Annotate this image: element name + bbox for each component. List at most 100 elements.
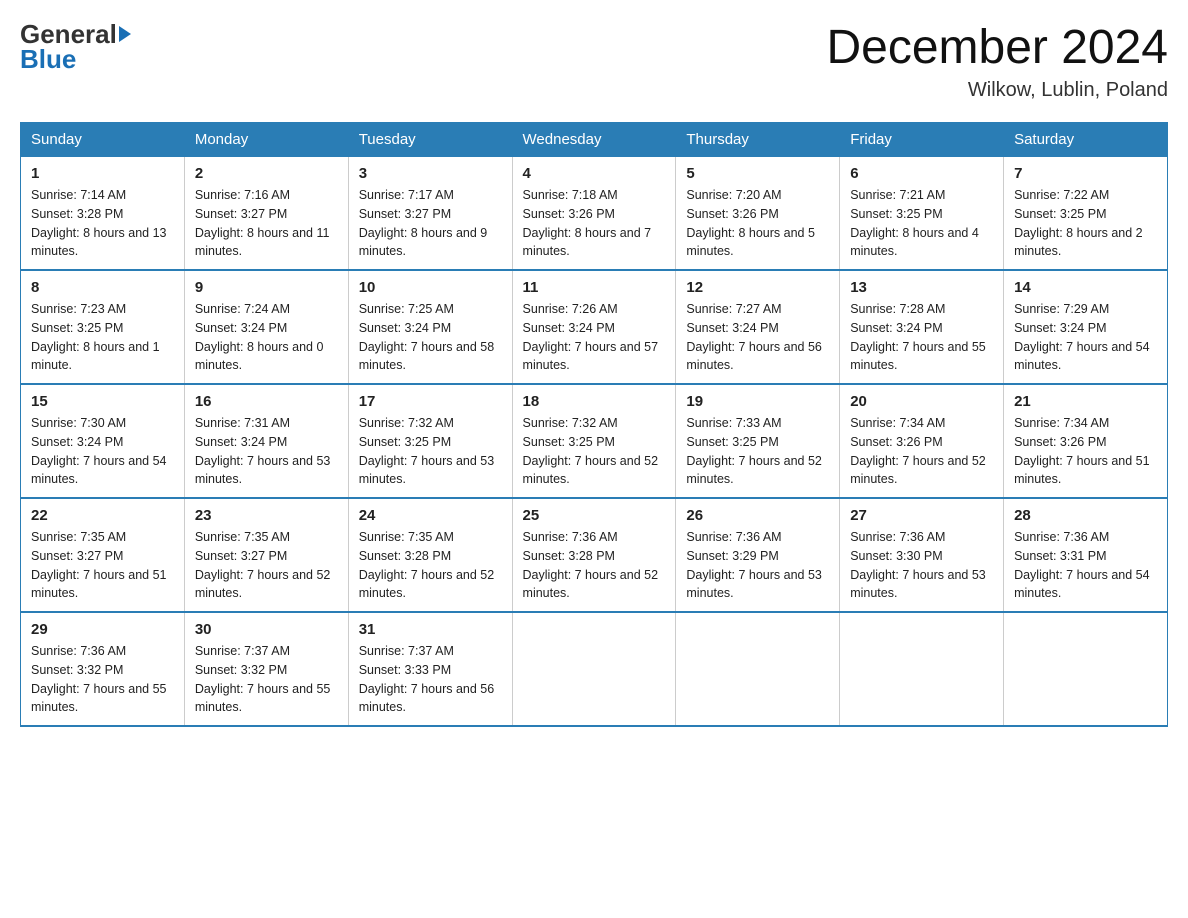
header-day-tuesday: Tuesday — [348, 123, 512, 157]
day-cell: 30 Sunrise: 7:37 AMSunset: 3:32 PMDaylig… — [184, 612, 348, 726]
logo-arrow-icon — [119, 26, 131, 42]
day-info: Sunrise: 7:34 AMSunset: 3:26 PMDaylight:… — [850, 416, 986, 486]
day-number: 7 — [1014, 165, 1157, 182]
day-cell: 26 Sunrise: 7:36 AMSunset: 3:29 PMDaylig… — [676, 498, 840, 612]
page-header: General Blue December 2024 Wilkow, Lubli… — [20, 20, 1168, 102]
day-info: Sunrise: 7:36 AMSunset: 3:29 PMDaylight:… — [686, 530, 822, 600]
day-info: Sunrise: 7:32 AMSunset: 3:25 PMDaylight:… — [523, 416, 659, 486]
header-day-friday: Friday — [840, 123, 1004, 157]
day-cell: 16 Sunrise: 7:31 AMSunset: 3:24 PMDaylig… — [184, 384, 348, 498]
day-info: Sunrise: 7:26 AMSunset: 3:24 PMDaylight:… — [523, 302, 659, 372]
day-info: Sunrise: 7:30 AMSunset: 3:24 PMDaylight:… — [31, 416, 167, 486]
day-info: Sunrise: 7:35 AMSunset: 3:27 PMDaylight:… — [31, 530, 167, 600]
header-day-wednesday: Wednesday — [512, 123, 676, 157]
day-info: Sunrise: 7:27 AMSunset: 3:24 PMDaylight:… — [686, 302, 822, 372]
day-number: 14 — [1014, 279, 1157, 296]
day-number: 11 — [523, 279, 666, 296]
day-cell — [512, 612, 676, 726]
day-number: 2 — [195, 165, 338, 182]
week-row-2: 8 Sunrise: 7:23 AMSunset: 3:25 PMDayligh… — [21, 270, 1168, 384]
day-info: Sunrise: 7:32 AMSunset: 3:25 PMDaylight:… — [359, 416, 495, 486]
day-number: 4 — [523, 165, 666, 182]
day-info: Sunrise: 7:36 AMSunset: 3:32 PMDaylight:… — [31, 644, 167, 714]
day-info: Sunrise: 7:28 AMSunset: 3:24 PMDaylight:… — [850, 302, 986, 372]
day-number: 31 — [359, 621, 502, 638]
day-cell: 7 Sunrise: 7:22 AMSunset: 3:25 PMDayligh… — [1004, 157, 1168, 271]
day-number: 22 — [31, 507, 174, 524]
header-day-saturday: Saturday — [1004, 123, 1168, 157]
day-cell: 12 Sunrise: 7:27 AMSunset: 3:24 PMDaylig… — [676, 270, 840, 384]
day-info: Sunrise: 7:25 AMSunset: 3:24 PMDaylight:… — [359, 302, 495, 372]
day-cell: 21 Sunrise: 7:34 AMSunset: 3:26 PMDaylig… — [1004, 384, 1168, 498]
day-number: 10 — [359, 279, 502, 296]
day-cell: 18 Sunrise: 7:32 AMSunset: 3:25 PMDaylig… — [512, 384, 676, 498]
day-number: 28 — [1014, 507, 1157, 524]
day-cell: 4 Sunrise: 7:18 AMSunset: 3:26 PMDayligh… — [512, 157, 676, 271]
day-info: Sunrise: 7:22 AMSunset: 3:25 PMDaylight:… — [1014, 188, 1143, 258]
day-info: Sunrise: 7:16 AMSunset: 3:27 PMDaylight:… — [195, 188, 330, 258]
day-number: 21 — [1014, 393, 1157, 410]
day-number: 29 — [31, 621, 174, 638]
day-info: Sunrise: 7:21 AMSunset: 3:25 PMDaylight:… — [850, 188, 979, 258]
day-info: Sunrise: 7:18 AMSunset: 3:26 PMDaylight:… — [523, 188, 652, 258]
day-number: 9 — [195, 279, 338, 296]
day-info: Sunrise: 7:23 AMSunset: 3:25 PMDaylight:… — [31, 302, 160, 372]
day-number: 13 — [850, 279, 993, 296]
day-number: 24 — [359, 507, 502, 524]
week-row-3: 15 Sunrise: 7:30 AMSunset: 3:24 PMDaylig… — [21, 384, 1168, 498]
calendar-table: SundayMondayTuesdayWednesdayThursdayFrid… — [20, 122, 1168, 727]
day-cell: 14 Sunrise: 7:29 AMSunset: 3:24 PMDaylig… — [1004, 270, 1168, 384]
day-number: 6 — [850, 165, 993, 182]
day-cell: 20 Sunrise: 7:34 AMSunset: 3:26 PMDaylig… — [840, 384, 1004, 498]
header-day-thursday: Thursday — [676, 123, 840, 157]
day-cell — [1004, 612, 1168, 726]
day-cell: 29 Sunrise: 7:36 AMSunset: 3:32 PMDaylig… — [21, 612, 185, 726]
day-cell: 9 Sunrise: 7:24 AMSunset: 3:24 PMDayligh… — [184, 270, 348, 384]
day-cell — [676, 612, 840, 726]
day-info: Sunrise: 7:34 AMSunset: 3:26 PMDaylight:… — [1014, 416, 1150, 486]
day-cell: 5 Sunrise: 7:20 AMSunset: 3:26 PMDayligh… — [676, 157, 840, 271]
day-number: 18 — [523, 393, 666, 410]
day-cell: 3 Sunrise: 7:17 AMSunset: 3:27 PMDayligh… — [348, 157, 512, 271]
day-cell: 15 Sunrise: 7:30 AMSunset: 3:24 PMDaylig… — [21, 384, 185, 498]
day-number: 27 — [850, 507, 993, 524]
day-number: 3 — [359, 165, 502, 182]
day-cell: 11 Sunrise: 7:26 AMSunset: 3:24 PMDaylig… — [512, 270, 676, 384]
day-cell: 24 Sunrise: 7:35 AMSunset: 3:28 PMDaylig… — [348, 498, 512, 612]
month-title: December 2024 — [826, 20, 1168, 75]
day-info: Sunrise: 7:24 AMSunset: 3:24 PMDaylight:… — [195, 302, 324, 372]
day-number: 8 — [31, 279, 174, 296]
day-number: 1 — [31, 165, 174, 182]
header-day-monday: Monday — [184, 123, 348, 157]
day-number: 17 — [359, 393, 502, 410]
day-info: Sunrise: 7:35 AMSunset: 3:27 PMDaylight:… — [195, 530, 331, 600]
day-cell: 17 Sunrise: 7:32 AMSunset: 3:25 PMDaylig… — [348, 384, 512, 498]
day-info: Sunrise: 7:29 AMSunset: 3:24 PMDaylight:… — [1014, 302, 1150, 372]
day-info: Sunrise: 7:33 AMSunset: 3:25 PMDaylight:… — [686, 416, 822, 486]
day-number: 19 — [686, 393, 829, 410]
day-info: Sunrise: 7:20 AMSunset: 3:26 PMDaylight:… — [686, 188, 815, 258]
week-row-5: 29 Sunrise: 7:36 AMSunset: 3:32 PMDaylig… — [21, 612, 1168, 726]
day-info: Sunrise: 7:37 AMSunset: 3:33 PMDaylight:… — [359, 644, 495, 714]
day-number: 5 — [686, 165, 829, 182]
day-cell: 19 Sunrise: 7:33 AMSunset: 3:25 PMDaylig… — [676, 384, 840, 498]
day-info: Sunrise: 7:17 AMSunset: 3:27 PMDaylight:… — [359, 188, 488, 258]
day-number: 20 — [850, 393, 993, 410]
logo: General Blue — [20, 20, 131, 73]
day-cell: 6 Sunrise: 7:21 AMSunset: 3:25 PMDayligh… — [840, 157, 1004, 271]
day-number: 30 — [195, 621, 338, 638]
day-cell: 27 Sunrise: 7:36 AMSunset: 3:30 PMDaylig… — [840, 498, 1004, 612]
day-number: 16 — [195, 393, 338, 410]
logo-blue-text: Blue — [20, 45, 131, 74]
day-info: Sunrise: 7:31 AMSunset: 3:24 PMDaylight:… — [195, 416, 331, 486]
day-number: 25 — [523, 507, 666, 524]
day-info: Sunrise: 7:35 AMSunset: 3:28 PMDaylight:… — [359, 530, 495, 600]
day-cell: 28 Sunrise: 7:36 AMSunset: 3:31 PMDaylig… — [1004, 498, 1168, 612]
day-cell — [840, 612, 1004, 726]
day-cell: 22 Sunrise: 7:35 AMSunset: 3:27 PMDaylig… — [21, 498, 185, 612]
day-cell: 23 Sunrise: 7:35 AMSunset: 3:27 PMDaylig… — [184, 498, 348, 612]
day-number: 23 — [195, 507, 338, 524]
header-day-sunday: Sunday — [21, 123, 185, 157]
day-cell: 2 Sunrise: 7:16 AMSunset: 3:27 PMDayligh… — [184, 157, 348, 271]
day-info: Sunrise: 7:36 AMSunset: 3:28 PMDaylight:… — [523, 530, 659, 600]
